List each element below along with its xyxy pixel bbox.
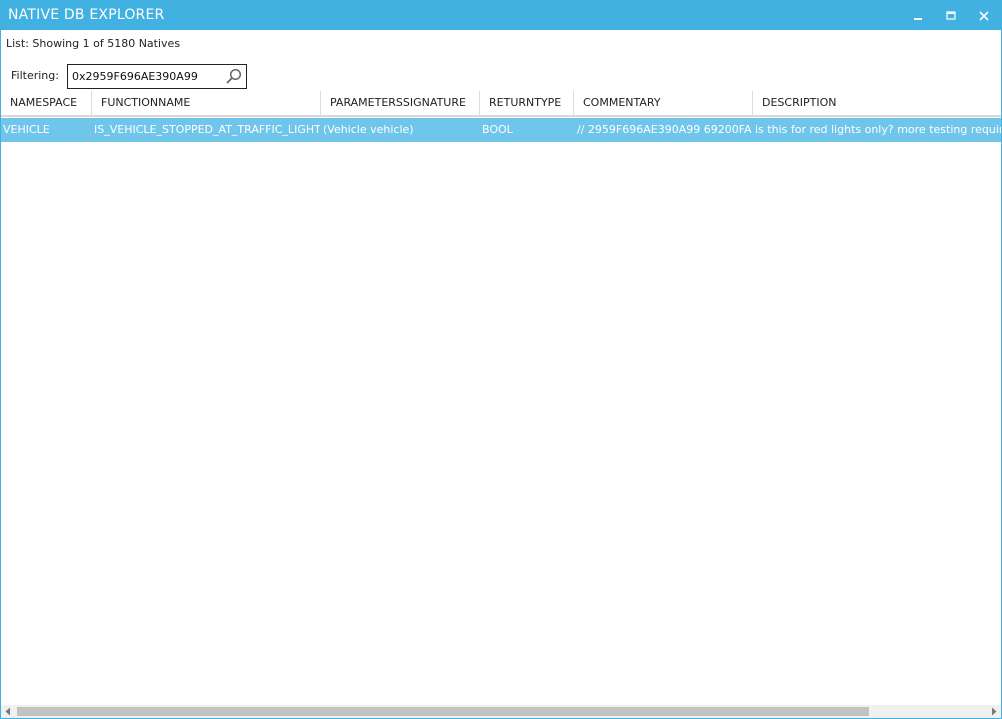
close-button[interactable] xyxy=(969,1,999,30)
cell-description: is this for red lights only? more testin… xyxy=(755,123,1001,136)
app-window: NATIVE DB EXPLORER List: Showing 1 of 51… xyxy=(0,0,1002,719)
table-row[interactable]: VEHICLE IS_VEHICLE_STOPPED_AT_TRAFFIC_LI… xyxy=(1,118,1001,142)
window-title: NATIVE DB EXPLORER xyxy=(8,7,165,23)
minimize-icon xyxy=(914,17,922,20)
column-header-functionname[interactable]: FUNCTIONNAME xyxy=(92,91,321,115)
search-icon[interactable] xyxy=(225,68,243,89)
close-icon xyxy=(979,10,989,21)
cell-functionname: IS_VEHICLE_STOPPED_AT_TRAFFIC_LIGHTS xyxy=(94,123,320,136)
cell-commentary: // 2959F696AE390A99 69200FA4 xyxy=(577,123,752,136)
cell-namespace: VEHICLE xyxy=(3,123,50,136)
scroll-left-icon[interactable] xyxy=(3,706,13,717)
filter-label: Filtering: xyxy=(11,69,59,82)
column-header-parameterssignature[interactable]: PARAMETERSSIGNATURE xyxy=(321,91,480,115)
title-bar[interactable]: NATIVE DB EXPLORER xyxy=(1,1,1001,30)
filter-field[interactable] xyxy=(67,64,247,89)
minimize-button[interactable] xyxy=(903,1,933,30)
maximize-button[interactable] xyxy=(936,1,966,30)
column-header-namespace[interactable]: NAMESPACE xyxy=(1,91,92,115)
scroll-right-icon[interactable] xyxy=(989,706,999,717)
cell-returntype: BOOL xyxy=(482,123,513,136)
column-header-description[interactable]: DESCRIPTION xyxy=(753,91,1001,115)
table-header: NAMESPACE FUNCTIONNAME PARAMETERSSIGNATU… xyxy=(1,91,1001,117)
cell-parameterssignature: (Vehicle vehicle) xyxy=(323,123,414,136)
scrollbar-thumb[interactable] xyxy=(17,707,869,716)
filter-input[interactable] xyxy=(72,68,220,84)
column-header-commentary[interactable]: COMMENTARY xyxy=(574,91,753,115)
maximize-icon xyxy=(946,10,956,20)
horizontal-scrollbar[interactable] xyxy=(1,705,1001,718)
status-text: List: Showing 1 of 5180 Natives xyxy=(6,37,181,50)
column-header-returntype[interactable]: RETURNTYPE xyxy=(480,91,574,115)
